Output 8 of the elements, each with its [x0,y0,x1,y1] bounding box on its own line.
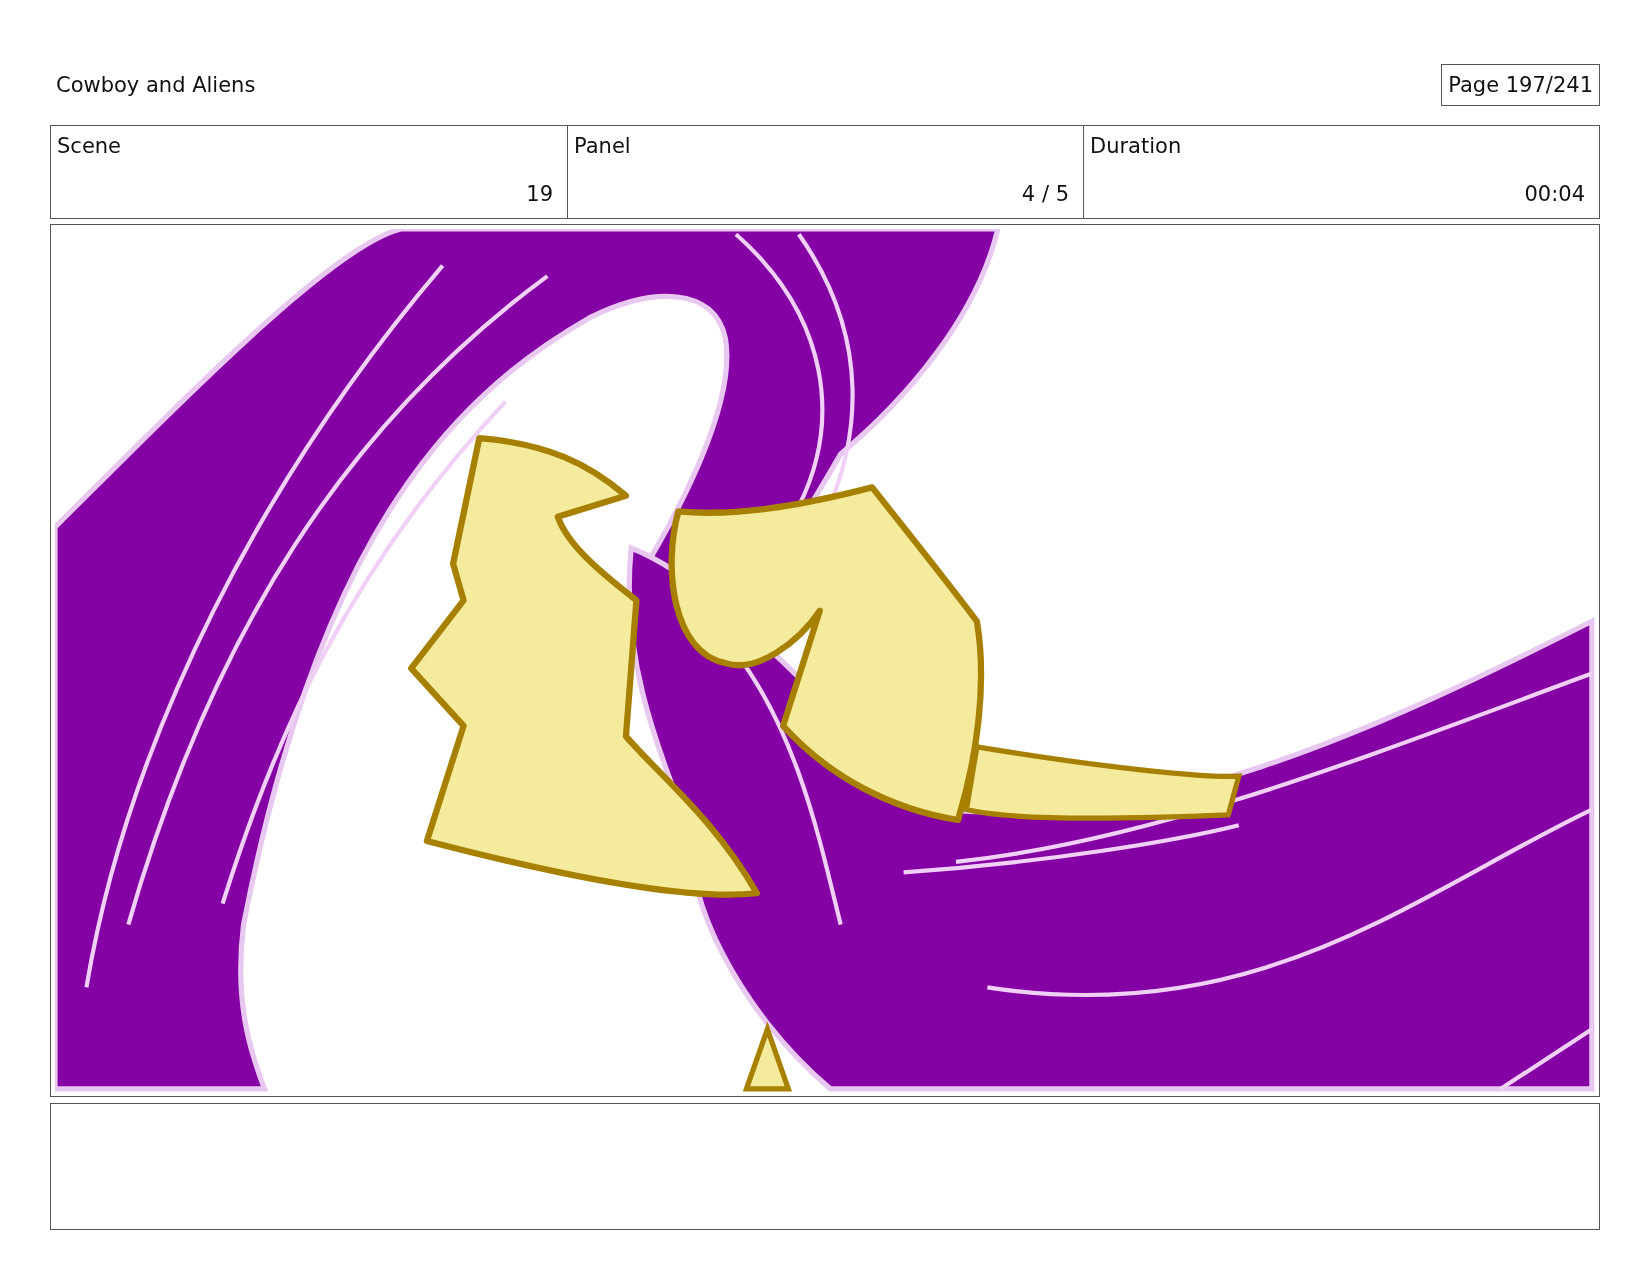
field-value: 00:04 [1524,182,1585,206]
field-label: Scene [57,134,122,158]
field-label: Panel [574,134,631,158]
storyboard-title: Cowboy and Aliens [56,73,256,97]
page-number: Page 197/241 [1441,64,1600,106]
field-label: Duration [1090,134,1182,158]
field-value: 19 [526,182,553,206]
field-value: 4 / 5 [1021,182,1069,206]
